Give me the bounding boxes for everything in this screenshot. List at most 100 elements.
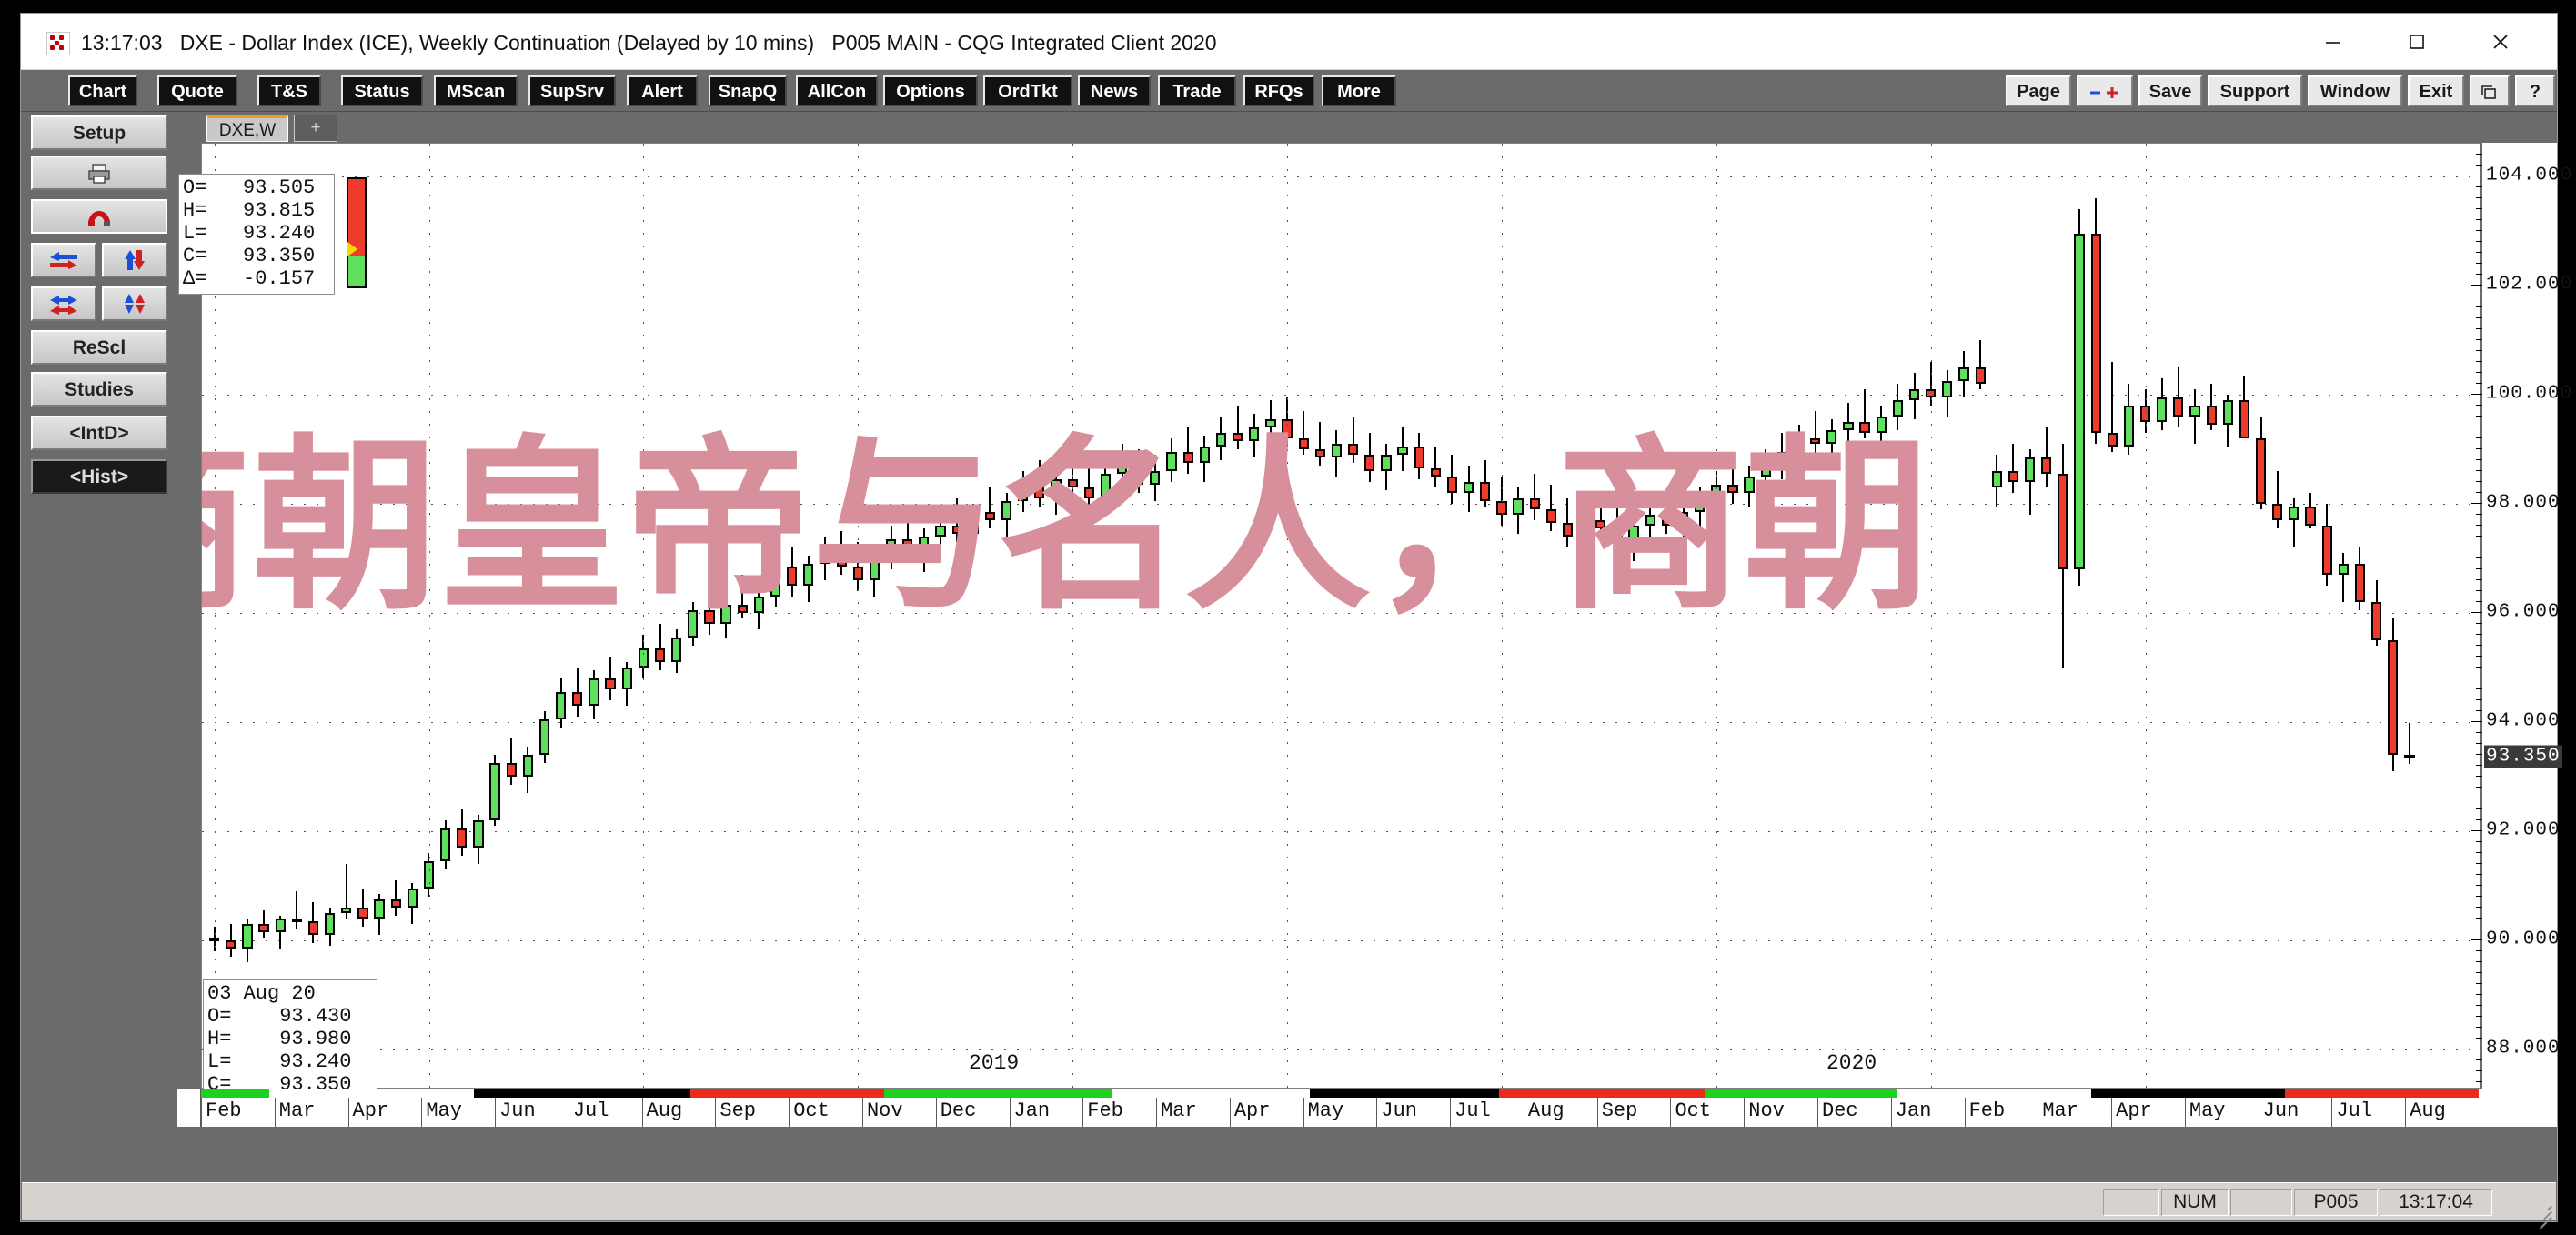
- scroll-horizontal-button[interactable]: [31, 243, 96, 277]
- year-label: 2020: [1826, 1051, 1877, 1075]
- price-axis-label: 102.000: [2486, 274, 2573, 296]
- support-button[interactable]: Support: [2208, 75, 2302, 106]
- rescale-button[interactable]: ReScl: [31, 330, 167, 365]
- help-button[interactable]: ?: [2515, 75, 2555, 106]
- candlestick: [1150, 455, 1161, 501]
- candlestick: [506, 738, 517, 785]
- candlestick: [572, 668, 583, 717]
- candlestick: [2189, 389, 2200, 444]
- grid-line-horizontal: [202, 176, 2480, 177]
- maximize-button[interactable]: [2379, 14, 2455, 69]
- session-segment: [884, 1089, 1112, 1098]
- chart-tool-sidebar: Setup ReScl Studies <IntD> <Hist>: [22, 112, 176, 1126]
- compress-horizontal-button[interactable]: [31, 286, 96, 321]
- candlestick: [1331, 430, 1343, 477]
- candlestick: [1364, 433, 1375, 482]
- time-axis-corner: [177, 1089, 201, 1127]
- candlestick: [589, 670, 599, 719]
- toolbar-button-ts[interactable]: T&S: [257, 75, 321, 106]
- toolbar-button-news[interactable]: News: [1078, 75, 1151, 106]
- exit-button[interactable]: Exit: [2408, 75, 2464, 106]
- print-button[interactable]: [31, 156, 167, 190]
- setup-button[interactable]: Setup: [31, 115, 167, 150]
- window-title: 13:17:03 DXE - Dollar Index (ICE), Weekl…: [81, 31, 1217, 55]
- price-axis[interactable]: 104.000 102.000 100.000 98.000 96.000 94.000 9…: [2471, 143, 2571, 1089]
- grid-line-horizontal: [202, 504, 2480, 505]
- toolbar-button-ordtkt[interactable]: OrdTkt: [983, 75, 1072, 106]
- add-tab-button[interactable]: +: [294, 115, 337, 142]
- candlestick: [325, 908, 336, 946]
- history-button[interactable]: <Hist>: [31, 459, 167, 494]
- candlestick: [1942, 370, 1953, 417]
- time-axis[interactable]: Feb Mar Apr May Jun Jul Aug Sep Oct Nov Dec Jan Feb M…: [177, 1089, 2557, 1127]
- compress-vertical-button[interactable]: [102, 286, 167, 321]
- candlestick: [357, 889, 368, 927]
- candlestick: [1991, 455, 2002, 507]
- grid-line-vertical: [1502, 144, 1503, 1088]
- time-axis-month-label: Jul: [1450, 1098, 1524, 1127]
- session-segment: [1897, 1089, 2092, 1098]
- candlestick: [1414, 433, 1424, 479]
- candlestick: [1876, 406, 1887, 452]
- status-bar: NUM P005 13:17:04: [22, 1182, 2556, 1230]
- candlestick: [275, 916, 286, 949]
- price-axis-label: 98.000: [2486, 492, 2561, 514]
- price-axis-label: 94.000: [2486, 710, 2561, 732]
- resize-grip[interactable]: [2532, 1198, 2552, 1230]
- candlestick: [457, 809, 468, 856]
- toolbar-button-alert[interactable]: Alert: [627, 75, 698, 106]
- compress-horizontal-icon: [50, 296, 77, 315]
- time-axis-month-label: Feb: [1082, 1098, 1156, 1127]
- candlestick: [688, 602, 699, 646]
- session-segment: [1310, 1089, 1500, 1098]
- restore-icon: [2481, 85, 2496, 99]
- grid-line-vertical: [2146, 144, 2147, 1088]
- candlestick: [1545, 485, 1556, 531]
- toolbar-button-rfqs[interactable]: RFQs: [1243, 75, 1314, 106]
- candlestick: [1348, 417, 1359, 463]
- intraday-button[interactable]: <IntD>: [31, 416, 167, 450]
- tab-dxe-weekly[interactable]: DXE,W: [206, 115, 288, 142]
- session-segment: [269, 1089, 475, 1098]
- candlestick: [1661, 490, 1672, 534]
- toolbar-button-trade[interactable]: Trade: [1158, 75, 1236, 106]
- toolbar-button-supsrv[interactable]: SupSrv: [528, 75, 616, 106]
- candlestick: [2255, 417, 2267, 509]
- toolbar-button-snapq[interactable]: SnapQ: [709, 75, 787, 106]
- scroll-vertical-button[interactable]: [102, 243, 167, 277]
- toolbar-button-mscan[interactable]: MScan: [434, 75, 518, 106]
- close-button[interactable]: [2462, 14, 2539, 69]
- candlestick: [1892, 384, 1904, 430]
- toolbar-button-quote[interactable]: Quote: [157, 75, 237, 106]
- candlestick: [2173, 367, 2184, 427]
- candlestick: [654, 624, 666, 670]
- candlestick: [1826, 419, 1837, 463]
- candlestick: [374, 894, 385, 935]
- candlestick: [390, 880, 401, 916]
- toolbar-button-allcon[interactable]: AllCon: [796, 75, 878, 106]
- toolbar-button-more[interactable]: More: [1322, 75, 1396, 106]
- minimize-button[interactable]: [2295, 14, 2371, 69]
- session-segment: [690, 1089, 885, 1098]
- page-button[interactable]: Page: [2006, 75, 2071, 106]
- session-segment: [201, 1089, 270, 1098]
- magnet-button[interactable]: [31, 199, 167, 234]
- toolbar-button-status[interactable]: Status: [341, 75, 423, 106]
- status-field-blank2: [2230, 1189, 2292, 1216]
- window-button[interactable]: Window: [2308, 75, 2402, 106]
- chart-area: 2019 2020 商朝皇帝与名人，商朝 104.000 102.000 100.00…: [177, 143, 2571, 1126]
- studies-button[interactable]: Studies: [31, 372, 167, 407]
- time-axis-month-label: Mar: [1156, 1098, 1230, 1127]
- cqg-application-window: 13:17:03 DXE - Dollar Index (ICE), Weekl…: [20, 13, 2571, 1230]
- grid-line-vertical: [429, 144, 430, 1088]
- restore-window-button[interactable]: [2470, 75, 2510, 106]
- toolbar-button-chart[interactable]: Chart: [68, 75, 137, 106]
- time-axis-month-label: May: [2184, 1098, 2259, 1127]
- toolbar-button-options[interactable]: Options: [883, 75, 978, 106]
- price-plot[interactable]: 2019 2020 商朝皇帝与名人，商朝: [201, 143, 2480, 1089]
- grid-line-horizontal: [202, 613, 2480, 614]
- zoom-step-button[interactable]: [2077, 75, 2133, 106]
- minus-plus-icon: [2090, 86, 2118, 98]
- candlestick: [1298, 411, 1309, 455]
- save-button[interactable]: Save: [2138, 75, 2202, 106]
